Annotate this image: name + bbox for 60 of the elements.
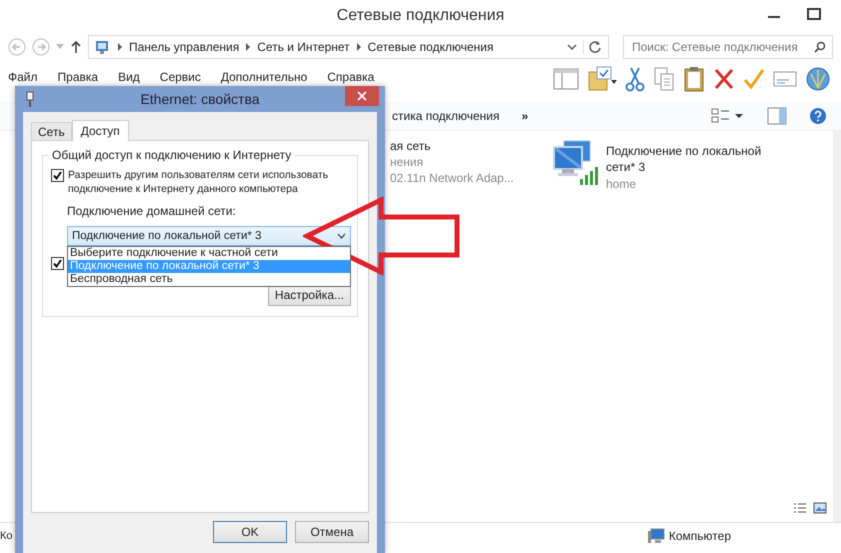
connection-device: 02.11n Network Adap... xyxy=(390,171,515,185)
clipboard-icon[interactable] xyxy=(683,66,705,92)
layout-pane-icon[interactable] xyxy=(553,67,579,91)
dropdown-caret-icon xyxy=(337,233,346,239)
connection-dropdown[interactable]: Подключение по локальной сети* 3 xyxy=(67,226,351,246)
scissors-icon[interactable] xyxy=(625,66,645,92)
dropdown-option[interactable]: Выберите подключение к частной сети xyxy=(68,247,350,260)
checkbox[interactable] xyxy=(51,169,64,182)
menu-item[interactable]: Сервис xyxy=(160,70,201,84)
ok-button[interactable]: OK xyxy=(213,521,287,543)
menu-item[interactable]: Вид xyxy=(118,70,140,84)
menu-item[interactable]: Справка xyxy=(327,70,374,84)
connection-name[interactable]: Подключение по локальной сети* 3 xyxy=(606,143,776,175)
checkbox-label[interactable]: Разрешить другим пользователям сети использовать подключение к Интернету данного компьютера xyxy=(68,168,351,196)
cancel-button[interactable]: Отмена xyxy=(295,521,369,543)
copy-icon[interactable] xyxy=(653,66,675,92)
dropdown-option[interactable]: Беспроводная сеть xyxy=(68,273,350,286)
close-icon xyxy=(357,91,367,101)
large-icons-view-icon[interactable] xyxy=(813,502,827,514)
folder-check-icon[interactable] xyxy=(587,66,617,92)
control-panel-icon xyxy=(95,39,111,55)
connection-status: home xyxy=(606,177,638,191)
help-icon[interactable] xyxy=(809,107,827,125)
address-bar[interactable]: Панель управления Сеть и Интернет Сетевые подключения xyxy=(88,35,609,59)
group-title: Общий доступ к подключению к Интернету xyxy=(49,148,294,162)
chevron-icon[interactable] xyxy=(245,43,252,51)
view-options-icon[interactable] xyxy=(711,108,745,124)
toolbar-command[interactable]: стика подключения xyxy=(392,109,500,123)
connection-name[interactable]: ая сеть xyxy=(390,139,520,153)
preview-pane-icon[interactable] xyxy=(767,107,787,125)
refresh-icon[interactable] xyxy=(583,40,602,54)
connection-status: нения xyxy=(390,155,424,169)
status-location: Компьютер xyxy=(668,529,731,543)
tab[interactable]: Доступ xyxy=(72,120,129,141)
delete-icon[interactable] xyxy=(713,67,735,91)
maximize-icon[interactable] xyxy=(807,8,821,20)
dropdown-caret-icon[interactable] xyxy=(567,43,577,51)
close-button[interactable] xyxy=(345,86,379,106)
network-cable-icon xyxy=(25,90,35,108)
menu-item[interactable]: Файл xyxy=(8,70,38,84)
checkmark-icon[interactable] xyxy=(743,67,765,91)
window-title: Сетевые подключения xyxy=(336,7,504,25)
breadcrumb[interactable]: Панель управления xyxy=(129,40,240,54)
field-label: Подключение домашней сети: xyxy=(67,204,237,218)
chevron-icon[interactable] xyxy=(356,43,362,51)
more-commands[interactable]: » xyxy=(522,109,528,123)
menu-item[interactable]: Дополнительно xyxy=(220,70,308,84)
dialog-title: Ethernet: свойства xyxy=(140,91,260,107)
breadcrumb[interactable]: Сеть и Интернет xyxy=(257,40,350,54)
search-field[interactable]: Поиск: Сетевые подключения xyxy=(623,35,833,59)
menu-item[interactable]: Правка xyxy=(58,70,98,84)
tab[interactable]: Сеть xyxy=(31,122,72,140)
details-view-icon[interactable] xyxy=(793,502,807,514)
status-text: Ко xyxy=(0,530,13,542)
up-arrow-icon[interactable] xyxy=(70,40,82,54)
search-icon xyxy=(814,41,826,53)
chevron-icon[interactable] xyxy=(117,43,123,51)
breadcrumb[interactable]: Сетевые подключения xyxy=(368,40,494,54)
computer-icon xyxy=(646,528,665,544)
checkbox[interactable] xyxy=(51,257,64,270)
